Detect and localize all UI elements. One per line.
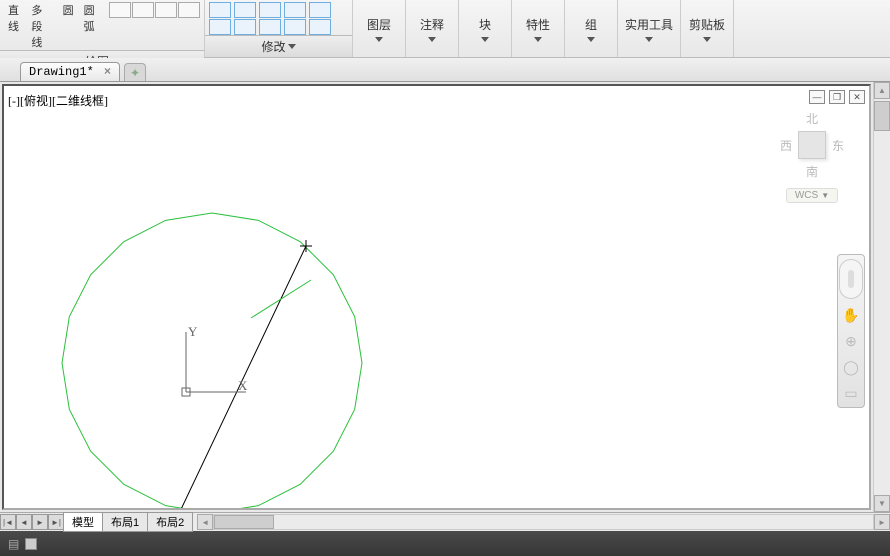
modify-tool[interactable] — [234, 2, 256, 18]
panel-properties[interactable]: 特性 — [512, 0, 565, 57]
nav-last-icon[interactable]: ►| — [48, 514, 64, 530]
canvas[interactable]: [-][俯视][二维线框] — ❐ ✕ 北 西 东 南 WCS▼ ✋ ⊕ ◯ ▭ — [2, 84, 871, 510]
modify-tool[interactable] — [284, 19, 306, 35]
command-icon — [25, 538, 37, 550]
draw-small-tools — [109, 2, 200, 18]
panel-utility[interactable]: 实用工具 — [618, 0, 681, 57]
drawing-area-wrap: [-][俯视][二维线框] — ❐ ✕ 北 西 东 南 WCS▼ ✋ ⊕ ◯ ▭ — [0, 82, 890, 512]
ucs-y-label: Y — [188, 324, 198, 339]
vertical-scrollbar[interactable]: ▲ ▼ — [873, 82, 890, 512]
document-tabs: Drawing1* × ✦ — [0, 58, 890, 82]
doc-tab-drawing1[interactable]: Drawing1* × — [20, 62, 120, 81]
command-bar[interactable]: ▤ — [0, 531, 890, 556]
ucs-icon: Y X — [176, 322, 256, 402]
tool-circle[interactable]: 圆 — [59, 2, 78, 18]
modify-tool[interactable] — [309, 19, 331, 35]
panel-clipboard[interactable]: 剪贴板 — [681, 0, 734, 57]
chevron-down-icon — [288, 44, 296, 49]
draw-smalltool[interactable] — [155, 2, 177, 18]
close-icon[interactable]: × — [104, 65, 111, 79]
scroll-left-icon[interactable]: ◄ — [197, 514, 213, 530]
chevron-down-icon — [534, 37, 542, 42]
modify-tool[interactable] — [209, 19, 231, 35]
modify-small-tools — [209, 2, 333, 35]
scroll-right-icon[interactable]: ► — [874, 514, 890, 530]
tool-polyline[interactable]: 多段线 — [27, 2, 56, 50]
chevron-down-icon — [645, 37, 653, 42]
tool-line[interactable]: 直线 — [4, 2, 25, 34]
nav-first-icon[interactable]: |◄ — [0, 514, 16, 530]
ucs-x-label: X — [238, 378, 248, 393]
nav-prev-icon[interactable]: ◄ — [16, 514, 32, 530]
chevron-down-icon — [703, 37, 711, 42]
expand-icon[interactable]: ▤ — [8, 537, 19, 551]
layout-nav: |◄ ◄ ► ►| — [0, 514, 64, 530]
tab-layout1[interactable]: 布局1 — [102, 512, 148, 532]
chevron-down-icon — [481, 37, 489, 42]
panel-annotate[interactable]: 注释 — [406, 0, 459, 57]
chevron-down-icon — [587, 37, 595, 42]
modify-tool[interactable] — [234, 19, 256, 35]
tab-layout2[interactable]: 布局2 — [147, 512, 193, 532]
draw-smalltool[interactable] — [109, 2, 131, 18]
scroll-thumb[interactable] — [214, 515, 274, 529]
doc-tab-label: Drawing1* — [29, 65, 94, 79]
scroll-down-icon[interactable]: ▼ — [874, 495, 890, 512]
chevron-down-icon — [428, 37, 436, 42]
scroll-up-icon[interactable]: ▲ — [874, 82, 890, 99]
layout-tabs-bar: |◄ ◄ ► ►| 模型 布局1 布局2 ◄ ► — [0, 512, 890, 531]
panel-block[interactable]: 块 — [459, 0, 512, 57]
panel-draw: 直线 多段线 圆 圆弧 绘图 — [0, 0, 205, 57]
modify-tool[interactable] — [259, 19, 281, 35]
modify-tool[interactable] — [309, 2, 331, 18]
modify-tool[interactable] — [259, 2, 281, 18]
chevron-down-icon — [375, 37, 383, 42]
scroll-thumb[interactable] — [874, 101, 890, 131]
plus-icon: ✦ — [130, 66, 140, 80]
horizontal-scrollbar[interactable]: ◄ ► — [197, 514, 890, 530]
panel-group[interactable]: 组 — [565, 0, 618, 57]
draw-smalltool[interactable] — [132, 2, 154, 18]
ribbon: 直线 多段线 圆 圆弧 绘图 — [0, 0, 890, 58]
modify-tool[interactable] — [284, 2, 306, 18]
panel-layer[interactable]: 图层 — [353, 0, 406, 57]
drawing-svg — [4, 86, 869, 508]
modify-tool[interactable] — [209, 2, 231, 18]
nav-next-icon[interactable]: ► — [32, 514, 48, 530]
tab-model[interactable]: 模型 — [63, 512, 103, 532]
tool-arc[interactable]: 圆弧 — [80, 2, 101, 34]
new-tab-button[interactable]: ✦ — [124, 63, 146, 81]
draw-smalltool[interactable] — [178, 2, 200, 18]
panel-modify: 修改 — [205, 0, 353, 57]
panel-modify-label[interactable]: 修改 — [205, 35, 352, 57]
